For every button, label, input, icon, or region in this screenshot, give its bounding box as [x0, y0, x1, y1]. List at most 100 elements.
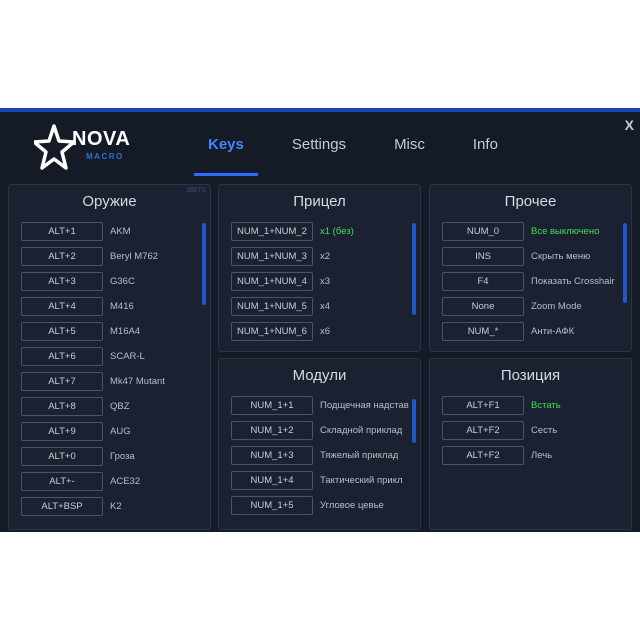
- weapon-label: Beryl M762: [110, 251, 159, 262]
- scope-title: Прицел: [293, 193, 346, 210]
- hotkey-button[interactable]: ALT+5: [21, 322, 103, 341]
- logo-text: NOVA: [72, 128, 131, 150]
- tab-keys[interactable]: Keys: [190, 130, 262, 176]
- tab-info[interactable]: Info: [455, 130, 516, 176]
- tab-settings[interactable]: Settings: [274, 130, 364, 176]
- hotkey-button[interactable]: F4: [442, 272, 524, 291]
- list-item: NUM_1+4 Тактический прикл: [231, 468, 410, 493]
- other-scrollbar[interactable]: [623, 223, 627, 303]
- list-item: INS Скрыть меню: [442, 244, 621, 269]
- modules-scrollbar[interactable]: [412, 399, 416, 443]
- module-label: Угловое цевье: [320, 500, 384, 511]
- list-item: NUM_1+5 Угловое цевье: [231, 493, 410, 518]
- hotkey-button[interactable]: NUM_1+NUM_5: [231, 297, 313, 316]
- hotkey-button[interactable]: NUM_1+NUM_6: [231, 322, 313, 341]
- hotkey-button[interactable]: NUM_1+5: [231, 496, 313, 515]
- weapon-label: Mk47 Mutant: [110, 376, 165, 387]
- modules-list: NUM_1+1 Подщечная надстав NUM_1+2 Складной…: [231, 393, 410, 518]
- list-item: NUM_1+NUM_5 x4: [231, 294, 410, 319]
- list-item: NUM_1+NUM_6 x6: [231, 319, 410, 344]
- list-item: ALT+2 Beryl M762: [21, 244, 200, 269]
- list-item: NUM_* Анти-АФК: [442, 319, 621, 344]
- close-button[interactable]: X: [625, 117, 634, 133]
- hotkey-button[interactable]: NUM_1+NUM_2: [231, 222, 313, 241]
- weapons-scrollbar[interactable]: [202, 223, 206, 305]
- hotkey-button[interactable]: NUM_1+1: [231, 396, 313, 415]
- hotkey-button[interactable]: NUM_1+NUM_4: [231, 272, 313, 291]
- position-panel: Позиция ALT+F1 Встать ALT+F2 Сесть ALT+F2 Л…: [429, 358, 632, 530]
- list-item: ALT+BSP K2: [21, 494, 200, 519]
- star-logo-icon: [34, 124, 74, 170]
- hotkey-button[interactable]: ALT+BSP: [21, 497, 103, 516]
- weapon-label: G36C: [110, 276, 135, 287]
- list-item: NUM_1+NUM_4 x3: [231, 269, 410, 294]
- hotkey-button[interactable]: ALT+0: [21, 447, 103, 466]
- hotkey-button[interactable]: NUM_0: [442, 222, 524, 241]
- list-item: ALT+- ACE32: [21, 469, 200, 494]
- list-item: NUM_0 Все выключено: [442, 219, 621, 244]
- other-label: Скрыть меню: [531, 251, 591, 262]
- hotkey-button[interactable]: ALT+3: [21, 272, 103, 291]
- logo: NOVA MACRO: [34, 124, 134, 174]
- position-label: Сесть: [531, 425, 558, 436]
- modules-title: Модули: [292, 367, 347, 384]
- modules-panel: Модули NUM_1+1 Подщечная надстав NUM_1+2 С…: [218, 358, 421, 530]
- weapons-list: ALT+1 AKM ALT+2 Beryl M762 ALT+3 G36C ALT+4…: [21, 219, 200, 519]
- weapon-label: Гроза: [110, 451, 135, 462]
- header: NOVA MACRO Keys Settings Misc Info X: [0, 112, 640, 180]
- tab-misc[interactable]: Misc: [376, 130, 443, 176]
- hotkey-button[interactable]: INS: [442, 247, 524, 266]
- list-item: ALT+0 Гроза: [21, 444, 200, 469]
- list-item: ALT+8 QBZ: [21, 394, 200, 419]
- module-label: Складной приклад: [320, 425, 403, 436]
- position-label: Лечь: [531, 450, 553, 461]
- hotkey-button[interactable]: ALT+1: [21, 222, 103, 241]
- list-item: NUM_1+2 Складной приклад: [231, 418, 410, 443]
- hotkey-button[interactable]: ALT+F2: [442, 446, 524, 465]
- hotkey-button[interactable]: ALT+4: [21, 297, 103, 316]
- position-list: ALT+F1 Встать ALT+F2 Сесть ALT+F2 Лечь: [442, 393, 621, 468]
- hotkey-button[interactable]: None: [442, 297, 524, 316]
- hotkey-button[interactable]: ALT+-: [21, 472, 103, 491]
- list-item: NUM_1+NUM_2 x1 (без): [231, 219, 410, 244]
- weapon-label: QBZ: [110, 401, 130, 412]
- weapon-label: ACE32: [110, 476, 141, 487]
- list-item: ALT+4 M416: [21, 294, 200, 319]
- scope-label: x2: [320, 251, 331, 262]
- other-list: NUM_0 Все выключено INS Скрыть меню F4 Пока…: [442, 219, 621, 344]
- list-item: ALT+9 AUG: [21, 419, 200, 444]
- list-item: F4 Показать Crosshair: [442, 269, 621, 294]
- list-item: ALT+7 Mk47 Mutant: [21, 369, 200, 394]
- weapons-tag: ЗВЕТО: [186, 188, 206, 194]
- hotkey-button[interactable]: ALT+8: [21, 397, 103, 416]
- list-item: ALT+F1 Встать: [442, 393, 621, 418]
- module-label: Подщечная надстав: [320, 400, 409, 411]
- hotkey-button[interactable]: NUM_1+4: [231, 471, 313, 490]
- hotkey-button[interactable]: NUM_*: [442, 322, 524, 341]
- weapon-label: SCAR-L: [110, 351, 145, 362]
- weapons-panel: Оружие ЗВЕТО ALT+1 AKM ALT+2 Beryl M762 AL…: [8, 184, 211, 530]
- list-item: NUM_1+1 Подщечная надстав: [231, 393, 410, 418]
- logo-subtext: MACRO: [86, 152, 124, 161]
- hotkey-button[interactable]: ALT+F2: [442, 421, 524, 440]
- list-item: ALT+F2 Сесть: [442, 418, 621, 443]
- list-item: ALT+3 G36C: [21, 269, 200, 294]
- hotkey-button[interactable]: NUM_1+3: [231, 446, 313, 465]
- scope-label: x1 (без): [320, 226, 354, 237]
- other-label: Все выключено: [531, 226, 600, 237]
- list-item: NUM_1+NUM_3 x2: [231, 244, 410, 269]
- list-item: ALT+F2 Лечь: [442, 443, 621, 468]
- hotkey-button[interactable]: NUM_1+2: [231, 421, 313, 440]
- hotkey-button[interactable]: ALT+F1: [442, 396, 524, 415]
- hotkey-button[interactable]: NUM_1+NUM_3: [231, 247, 313, 266]
- weapon-label: AUG: [110, 426, 131, 437]
- hotkey-button[interactable]: ALT+9: [21, 422, 103, 441]
- list-item: NUM_1+3 Тяжелый приклад: [231, 443, 410, 468]
- scope-label: x4: [320, 301, 331, 312]
- hotkey-button[interactable]: ALT+7: [21, 372, 103, 391]
- scope-list: NUM_1+NUM_2 x1 (без) NUM_1+NUM_3 x2 NUM_1+…: [231, 219, 410, 344]
- scope-scrollbar[interactable]: [412, 223, 416, 315]
- list-item: ALT+5 M16A4: [21, 319, 200, 344]
- hotkey-button[interactable]: ALT+6: [21, 347, 103, 366]
- hotkey-button[interactable]: ALT+2: [21, 247, 103, 266]
